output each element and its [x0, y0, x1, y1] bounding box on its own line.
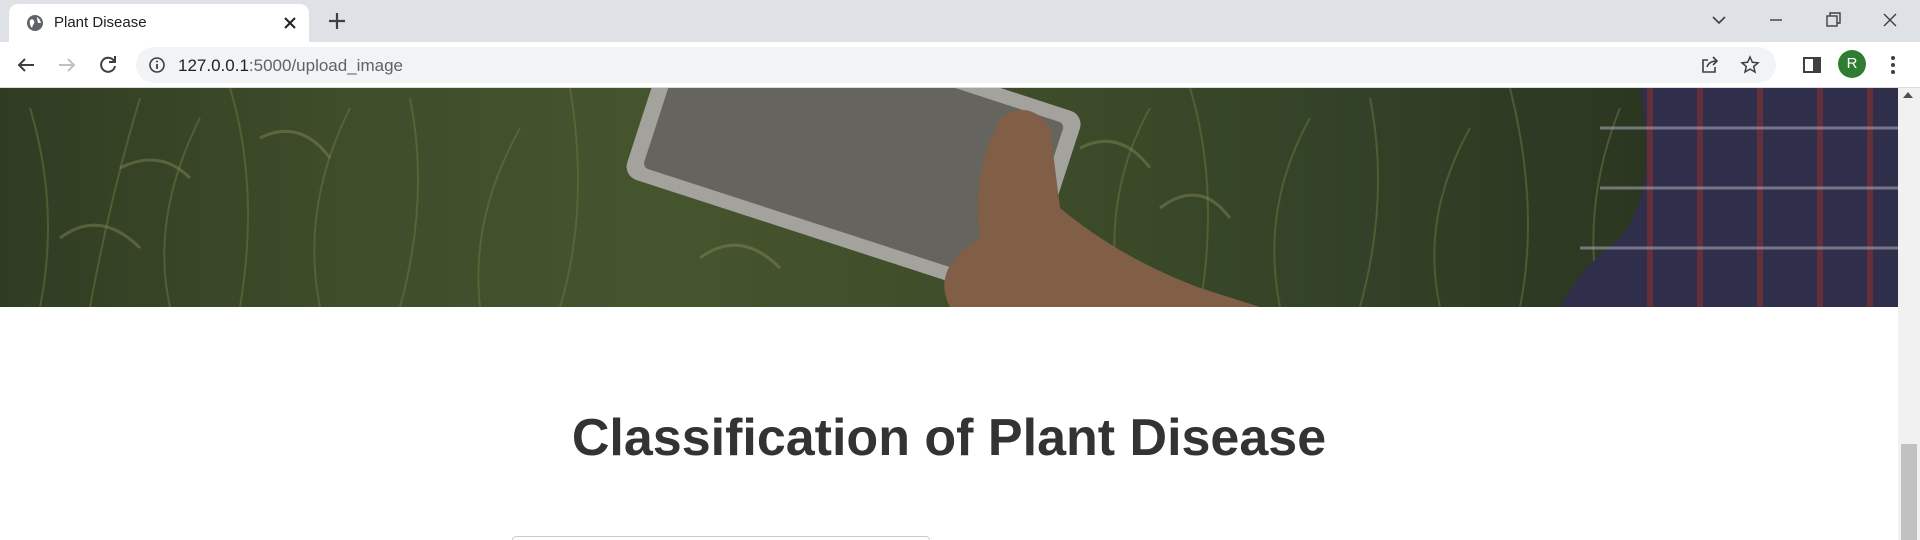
scroll-up-arrow-icon[interactable]: [1903, 92, 1913, 98]
browser-tab[interactable]: Plant Disease: [9, 4, 309, 42]
back-arrow-icon[interactable]: [14, 53, 38, 77]
globe-icon: [27, 15, 43, 31]
new-tab-plus-icon[interactable]: [326, 10, 348, 32]
scrollbar-thumb[interactable]: [1901, 444, 1917, 540]
browser-toolbar: 127.0.0.1:5000/upload_image R: [0, 42, 1920, 88]
field-photo-illustration: [0, 88, 1898, 307]
url-path: :5000/upload_image: [248, 56, 403, 75]
minimize-icon[interactable]: [1765, 9, 1787, 31]
window-close-icon[interactable]: [1879, 9, 1901, 31]
address-bar[interactable]: 127.0.0.1:5000/upload_image: [136, 47, 1776, 83]
info-icon[interactable]: [148, 56, 166, 74]
page-scrollbar[interactable]: [1898, 88, 1920, 540]
forward-arrow-icon[interactable]: [55, 53, 79, 77]
url-text[interactable]: 127.0.0.1:5000/upload_image: [178, 56, 403, 76]
tab-strip: Plant Disease: [0, 0, 1920, 42]
tab-title: Plant Disease: [54, 14, 147, 31]
url-host: 127.0.0.1: [178, 56, 249, 75]
share-icon[interactable]: [1700, 55, 1720, 75]
bookmark-star-icon[interactable]: [1740, 55, 1760, 75]
profile-avatar[interactable]: R: [1838, 50, 1866, 78]
page-viewport: Classification of Plant Disease: [0, 88, 1898, 540]
page-title: Classification of Plant Disease: [571, 409, 1327, 467]
side-panel-icon[interactable]: [1800, 53, 1824, 77]
kebab-menu-icon[interactable]: [1881, 53, 1905, 77]
close-icon[interactable]: [281, 14, 299, 32]
reload-icon[interactable]: [96, 53, 120, 77]
upload-card[interactable]: [512, 536, 930, 540]
hero-banner-image: [0, 88, 1898, 307]
restore-icon[interactable]: [1822, 9, 1844, 31]
chevron-down-icon[interactable]: [1708, 9, 1730, 31]
